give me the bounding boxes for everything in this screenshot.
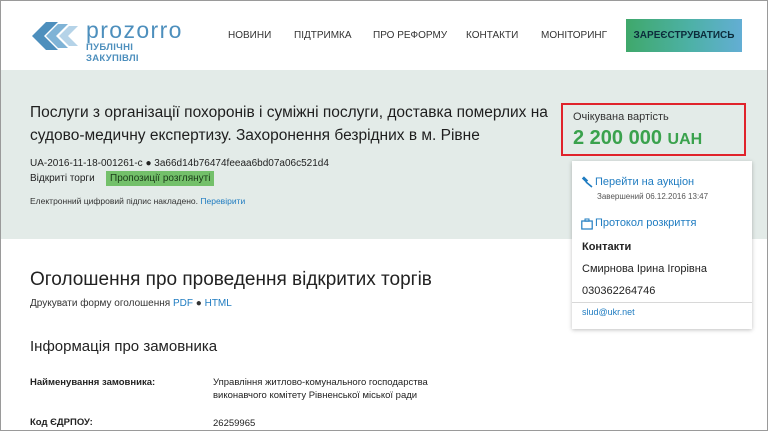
go-to-auction-link[interactable]: Перейти на аукціон (595, 176, 694, 188)
nav-item-about-reform[interactable]: ПРО РЕФОРМУ (373, 30, 447, 41)
print-form-line: Друкувати форму оголошення PDF ● HTML (30, 298, 232, 309)
opening-protocol-link[interactable]: Протокол розкриття (595, 217, 696, 229)
expected-value-amount: 2 200 000 UAH (573, 127, 702, 150)
status-badge: Пропозиції розглянуті (106, 171, 215, 186)
tender-title: Послуги з організації похоронів і суміжн… (30, 104, 548, 144)
tender-side-card: Перейти на аукціон Завершений 06.12.2016… (572, 161, 752, 329)
customer-name-label: Найменування замовника: (30, 377, 156, 388)
print-separator: ● (195, 298, 202, 309)
announcement-title: Оголошення про проведення відкритих торг… (30, 269, 432, 290)
prozorro-logo[interactable]: prozorro ПУБЛІЧНІ ЗАКУПІВЛІ (32, 15, 183, 64)
gavel-icon (581, 176, 593, 188)
signature-note: Електронний цифровий підпис накладено. П… (30, 196, 245, 206)
edrpou-value: 26259965 (213, 418, 256, 429)
expected-value-box: Очікувана вартість 2 200 000 UAH (561, 103, 746, 156)
print-html-link[interactable]: HTML (205, 298, 232, 309)
tender-id: UA-2016-11-18-001261-c ● 3a66d14b76474fe… (30, 158, 329, 169)
contact-name: Смирнова Ірина Ігорівна (582, 263, 707, 275)
register-button[interactable]: ЗАРЕЄСТРУВАТИСЬ (626, 19, 742, 52)
expected-value-label: Очікувана вартість (573, 111, 669, 123)
print-pdf-link[interactable]: PDF (173, 298, 193, 309)
nav-item-contacts[interactable]: КОНТАКТИ (466, 30, 518, 41)
nav-item-support[interactable]: ПІДТРИМКА (294, 30, 352, 41)
auction-finished-date: Завершений 06.12.2016 13:47 (597, 192, 709, 201)
page-frame: prozorro ПУБЛІЧНІ ЗАКУПІВЛІ НОВИНИ ПІДТР… (0, 0, 768, 431)
customer-info-heading: Інформація про замовника (30, 338, 218, 355)
edrpou-label: Код ЄДРПОУ: (30, 417, 93, 428)
site-header: prozorro ПУБЛІЧНІ ЗАКУПІВЛІ НОВИНИ ПІДТР… (1, 1, 767, 70)
verify-signature-link[interactable]: Перевірити (200, 196, 245, 206)
prozorro-logo-icon (32, 22, 78, 50)
signature-text: Електронний цифровий підпис накладено. (30, 196, 199, 206)
contact-phone: 030362264746 (582, 285, 656, 297)
contact-divider (572, 302, 752, 303)
customer-name-value: Управління житлово-комунального господар… (213, 377, 428, 401)
value-currency: UAH (667, 131, 703, 148)
nav-item-news[interactable]: НОВИНИ (228, 30, 271, 41)
logo-wordmark: prozorro (86, 17, 183, 43)
nav-item-monitoring[interactable]: МОНІТОРИНГ (541, 30, 607, 41)
briefcase-icon (581, 218, 593, 230)
print-form-text: Друкувати форму оголошення (30, 298, 171, 309)
value-number: 2 200 000 (573, 127, 662, 149)
contacts-heading: Контакти (582, 241, 632, 253)
contact-email-link[interactable]: slud@ukr.net (582, 307, 635, 317)
logo-subtitle: ПУБЛІЧНІ ЗАКУПІВЛІ (86, 42, 139, 64)
procedure-type: Відкриті торги (30, 173, 95, 184)
